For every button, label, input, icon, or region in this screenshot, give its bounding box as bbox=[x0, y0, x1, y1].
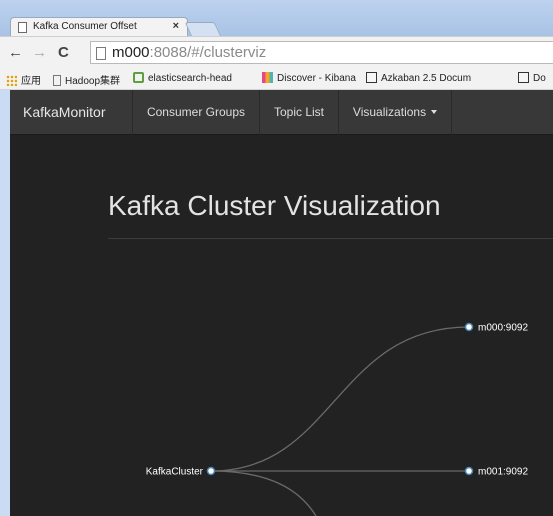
cluster-tree-viz: KafkaCluster m000:9092 m001:9092 bbox=[146, 322, 528, 516]
bookmark-apps[interactable]: 应用 bbox=[6, 72, 41, 87]
bookmark-do[interactable]: Do bbox=[518, 72, 546, 84]
browser-window: Kafka Consumer Offset × ← → C m000:8088/… bbox=[0, 0, 553, 516]
node-m000-label: m000:9092 bbox=[478, 323, 528, 334]
bookmark-label: Discover - Kibana bbox=[277, 73, 356, 84]
bookmark-label: Hadoop集群 bbox=[65, 76, 121, 87]
reload-icon[interactable]: C bbox=[58, 44, 69, 61]
bookmark-elasticsearch-head[interactable]: elasticsearch-head bbox=[133, 72, 232, 84]
page-viewport: KafkaMonitor Consumer Groups Topic List … bbox=[10, 90, 553, 516]
url-text: m000:8088/#/clusterviz bbox=[112, 44, 266, 61]
url-host: m000 bbox=[112, 44, 150, 61]
bookmark-azkaban[interactable]: Azkaban 2.5 Docum bbox=[366, 72, 471, 84]
azkaban-icon bbox=[518, 72, 529, 83]
node-root-label: KafkaCluster bbox=[146, 467, 204, 478]
bookmark-hadoop[interactable]: Hadoop集群 bbox=[53, 72, 120, 87]
close-tab-icon[interactable]: × bbox=[173, 20, 179, 32]
bookmark-label: 应用 bbox=[21, 76, 41, 87]
address-bar[interactable]: m000:8088/#/clusterviz bbox=[90, 41, 553, 64]
kibana-icon bbox=[262, 72, 273, 83]
elastic-icon bbox=[133, 72, 144, 83]
page-icon bbox=[96, 47, 106, 60]
bookmark-label: Do bbox=[533, 73, 546, 84]
page-icon bbox=[53, 75, 61, 86]
tab-title: Kafka Consumer Offset bbox=[33, 21, 137, 32]
bookmark-label: elasticsearch-head bbox=[148, 73, 232, 84]
url-path: :8088/#/clusterviz bbox=[149, 44, 267, 61]
new-tab-button[interactable] bbox=[184, 22, 222, 37]
node-m000[interactable] bbox=[464, 322, 474, 332]
node-root[interactable] bbox=[206, 466, 216, 476]
browser-tab[interactable]: Kafka Consumer Offset × bbox=[10, 17, 188, 37]
bookmark-kibana[interactable]: Discover - Kibana bbox=[262, 72, 356, 84]
browser-toolbar: ← → C m000:8088/#/clusterviz bbox=[0, 36, 553, 68]
node-m001-label: m001:9092 bbox=[478, 467, 528, 478]
node-m001[interactable] bbox=[464, 466, 474, 476]
bookmark-label: Azkaban 2.5 Docum bbox=[381, 73, 472, 84]
page-icon bbox=[18, 22, 27, 33]
tab-strip: Kafka Consumer Offset × bbox=[0, 0, 553, 37]
link-to-m000 bbox=[210, 326, 470, 472]
forward-arrow-icon[interactable]: → bbox=[32, 44, 47, 61]
back-arrow-icon[interactable]: ← bbox=[8, 44, 23, 61]
bookmarks-bar: 应用 Hadoop集群 elasticsearch-head Discover … bbox=[0, 68, 553, 90]
apps-grid-icon bbox=[6, 75, 17, 86]
link-to-offscreen-node bbox=[210, 470, 317, 516]
azkaban-icon bbox=[366, 72, 377, 83]
